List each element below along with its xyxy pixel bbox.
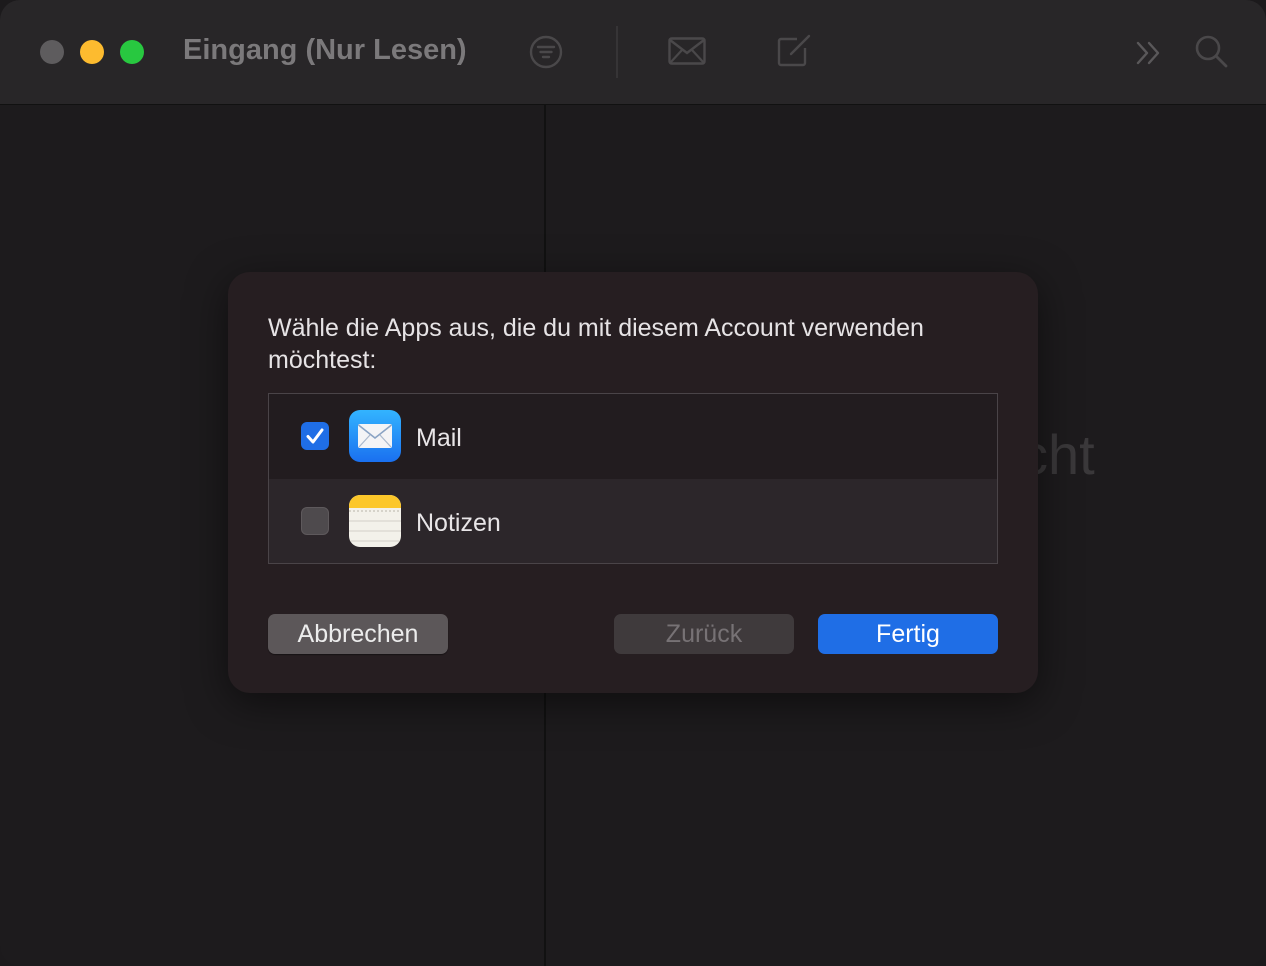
window-title: Eingang (Nur Lesen): [183, 34, 467, 66]
notes-app-icon: [349, 495, 401, 547]
search-icon[interactable]: [1193, 33, 1229, 69]
list-item-mail[interactable]: Mail: [269, 394, 997, 478]
app-list: Mail Notizen: [268, 393, 998, 564]
done-button[interactable]: Fertig: [818, 614, 998, 654]
checkmark-icon: [306, 428, 324, 444]
app-selection-dialog: Wähle die Apps aus, die du mit diesem Ac…: [228, 272, 1038, 693]
app-label-notizen: Notizen: [416, 509, 501, 537]
cancel-button[interactable]: Abbrechen: [268, 614, 448, 654]
dialog-prompt: Wähle die Apps aus, die du mit diesem Ac…: [268, 314, 924, 374]
mail-window: Eingang (Nur Lesen) cht t: [0, 0, 1266, 966]
notizen-checkbox[interactable]: [301, 507, 329, 535]
compose-icon[interactable]: [777, 33, 813, 67]
minimize-window-button[interactable]: [80, 40, 104, 64]
app-label-mail: Mail: [416, 424, 462, 452]
toolbar-separator: [616, 26, 618, 78]
close-window-button[interactable]: [40, 40, 64, 64]
filter-icon[interactable]: [529, 35, 563, 69]
envelope-icon[interactable]: [668, 37, 706, 65]
more-chevrons-icon[interactable]: [1134, 40, 1164, 66]
mail-app-icon: [349, 410, 401, 462]
titlebar: Eingang (Nur Lesen): [0, 0, 1266, 105]
maximize-window-button[interactable]: [120, 40, 144, 64]
list-item-notizen[interactable]: Notizen: [269, 479, 997, 563]
mail-checkbox[interactable]: [301, 422, 329, 450]
back-button[interactable]: Zurück: [614, 614, 794, 654]
